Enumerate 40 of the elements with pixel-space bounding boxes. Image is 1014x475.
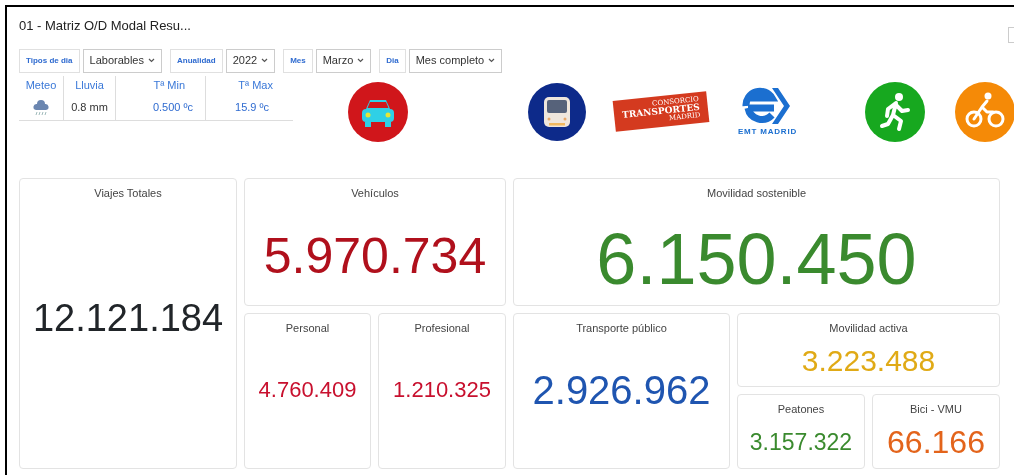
filter-dropdown[interactable]: Mes completo [408, 48, 503, 73]
card-title: Movilidad activa [829, 320, 908, 336]
filter-dropdown[interactable]: Marzo [315, 48, 372, 73]
filter-label: Anualidad [169, 48, 223, 73]
caret-icon [147, 58, 155, 63]
card-value: 4.760.409 [258, 376, 357, 405]
weather-header: Tª Min [153, 78, 185, 94]
card-title: Profesional [414, 320, 470, 336]
filter-label: Dia [379, 48, 406, 73]
card-value: 6.150.450 [596, 218, 917, 301]
card-value: 3.223.488 [801, 343, 936, 380]
caret-icon [357, 58, 365, 63]
card-title: Movilidad sostenible [706, 185, 807, 201]
min-temp-value: 0.500 ºc [152, 100, 193, 116]
card-value: 66.166 [887, 423, 985, 463]
card-title: Viajes Totales [94, 185, 162, 201]
card-title: Peatones [777, 401, 825, 417]
caret-icon [488, 58, 496, 63]
logo-text: EMT MADRID [737, 125, 797, 138]
rain-cloud-icon [32, 99, 50, 116]
card-title: Vehículos [351, 185, 399, 201]
weather-header: Tª Max [238, 78, 273, 94]
caret-icon [261, 58, 269, 63]
card-title: Personal [285, 320, 330, 336]
filter-dropdown[interactable]: Laborables [82, 48, 162, 73]
card-value: 2.926.962 [532, 366, 711, 414]
panel-title: 01 - Matriz O/D Modal Resu... [19, 17, 191, 35]
card-title: Transporte público [576, 320, 667, 336]
filter-label: Tipos de dia [19, 48, 80, 73]
filter-dropdown[interactable]: 2022 [225, 48, 276, 73]
rain-value: 0.8 mm [71, 100, 108, 116]
max-temp-value: 15.9 ºc [235, 100, 269, 116]
card-value: 1.210.325 [393, 376, 491, 405]
card-value: 12.121.184 [32, 295, 224, 341]
card-value: 3.157.322 [749, 428, 853, 457]
weather-header: Lluvia [75, 78, 104, 94]
weather-header: Meteo [25, 78, 57, 94]
card-title: Bici - VMU [910, 401, 962, 417]
filter-label: Mes [283, 48, 313, 73]
card-value: 5.970.734 [263, 227, 487, 287]
